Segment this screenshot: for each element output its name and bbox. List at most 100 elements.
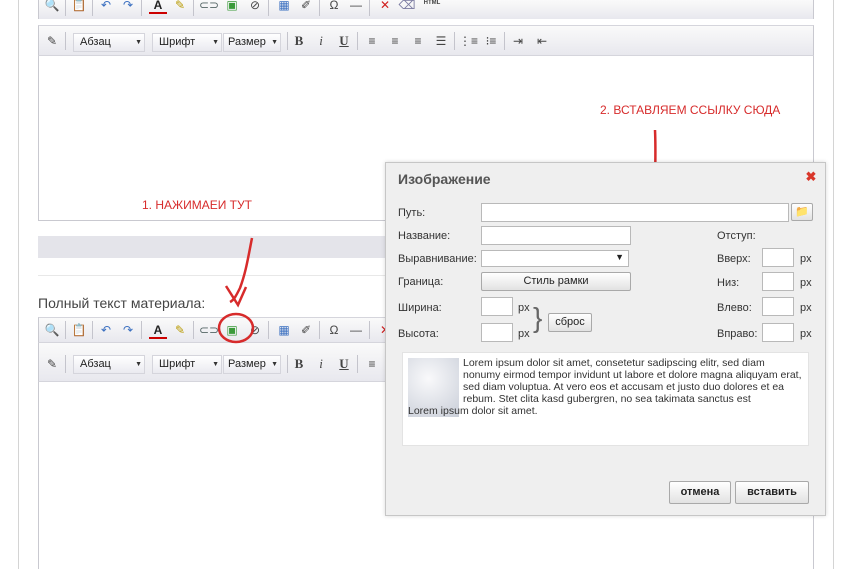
html-source-icon[interactable]: HTML — [421, 0, 443, 12]
cancel-button[interactable]: отмена — [669, 481, 731, 504]
remove-format-icon[interactable]: ✕ — [376, 0, 394, 14]
font-size-select[interactable]: Размер ▼ — [223, 33, 281, 52]
unlink-icon[interactable]: ⊘ — [246, 0, 264, 14]
path-input[interactable] — [481, 203, 789, 222]
right-margin-input[interactable] — [762, 323, 794, 342]
chevron-down-icon: ▼ — [135, 39, 142, 46]
close-icon[interactable]: ✖ — [805, 170, 817, 183]
toolbar-separator — [287, 355, 288, 373]
highlight-icon[interactable]: ✎ — [171, 321, 189, 339]
bottom-margin-input[interactable] — [762, 272, 794, 291]
horizontal-rule-icon[interactable]: — — [347, 0, 365, 14]
paragraph-format-value: Абзац — [80, 36, 111, 48]
cleanup-icon[interactable]: ⌫ — [398, 0, 416, 14]
underline-button[interactable]: U — [335, 32, 353, 50]
toolbar-separator — [287, 32, 288, 50]
reset-button[interactable]: сброс — [548, 313, 592, 332]
redo-icon[interactable]: ↷ — [119, 0, 137, 14]
right-margin-label: Вправо: — [717, 328, 758, 340]
top-margin-input[interactable] — [762, 248, 794, 267]
font-family-value: Шрифт — [159, 358, 196, 370]
align-left-icon[interactable]: ≡ — [363, 32, 381, 50]
paragraph-format-select[interactable]: Абзац ▼ — [73, 33, 145, 52]
italic-button[interactable]: i — [312, 32, 330, 50]
font-size-select[interactable]: Размер ▼ — [223, 355, 281, 374]
border-label: Граница: — [398, 276, 444, 288]
justify-icon[interactable]: ☰ — [432, 32, 450, 50]
outdent-icon[interactable]: ⇤ — [533, 32, 551, 50]
align-select[interactable]: ▼ — [481, 250, 629, 267]
edit-table-icon[interactable]: ✐ — [297, 321, 315, 339]
image-icon[interactable]: ▣ — [223, 0, 241, 14]
align-label: Выравнивание: — [398, 253, 477, 265]
annotation-step1: 1. НАЖИМАЕИ ТУТ — [142, 198, 252, 212]
preview-text-end: Lorem ipsum dolor sit amet. — [408, 405, 538, 417]
toolbar-separator — [268, 0, 269, 16]
align-right-icon[interactable]: ≡ — [409, 32, 427, 50]
toolbar-separator — [65, 0, 66, 16]
edit-icon[interactable]: ✎ — [43, 32, 61, 50]
find-icon[interactable]: 🔍 — [43, 321, 61, 339]
align-left-icon[interactable]: ≡ — [363, 355, 381, 373]
find-icon[interactable]: 🔍 — [43, 0, 61, 14]
height-label: Высота: — [398, 328, 439, 340]
font-family-select[interactable]: Шрифт ▼ — [152, 33, 222, 52]
indent-icon[interactable]: ⇥ — [509, 32, 527, 50]
link-icon[interactable]: ⊂⊃ — [199, 0, 219, 14]
edit-table-icon[interactable]: ✐ — [297, 0, 315, 14]
special-char-icon[interactable]: Ω — [325, 0, 343, 14]
editor1-toolbar-row1: 🔍 📋 ↶ ↷ A ✎ ⊂⊃ ▣ ⊘ ▦ ✐ Ω — ✕ ⌫ HTML — [38, 0, 814, 19]
redo-icon[interactable]: ↷ — [119, 321, 137, 339]
left-margin-label: Влево: — [717, 302, 752, 314]
undo-icon[interactable]: ↶ — [97, 321, 115, 339]
browse-folder-icon[interactable]: 📁 — [791, 203, 813, 221]
font-size-value: Размер — [228, 36, 266, 48]
width-label: Ширина: — [398, 302, 442, 314]
toolbar-separator — [357, 32, 358, 50]
left-margin-input[interactable] — [762, 297, 794, 316]
highlight-icon[interactable]: ✎ — [171, 0, 189, 14]
paste-icon[interactable]: 📋 — [70, 321, 88, 339]
paragraph-format-select[interactable]: Абзац ▼ — [73, 355, 145, 374]
align-center-icon[interactable]: ≡ — [386, 32, 404, 50]
toolbar-separator — [65, 355, 66, 373]
unlink-icon[interactable]: ⊘ — [246, 321, 264, 339]
bottom-margin-label: Низ: — [717, 277, 740, 289]
chevron-down-icon: ▼ — [212, 39, 219, 46]
paste-icon[interactable]: 📋 — [70, 0, 88, 14]
underline-button[interactable]: U — [335, 355, 353, 373]
font-size-value: Размер — [228, 358, 266, 370]
bold-button[interactable]: B — [290, 355, 308, 373]
table-icon[interactable]: ▦ — [275, 321, 293, 339]
bold-button[interactable]: B — [290, 32, 308, 50]
image-icon[interactable]: ▣ — [223, 321, 241, 339]
height-input[interactable] — [481, 323, 513, 342]
page: 🔍 📋 ↶ ↷ A ✎ ⊂⊃ ▣ ⊘ ▦ ✐ Ω — ✕ ⌫ HTML ✎ Аб… — [0, 0, 855, 569]
editor1-toolbar-row2: ✎ Абзац ▼ Шрифт ▼ Размер ▼ B i U ≡ ≡ ≡ ☰ ⋮≡… — [38, 25, 814, 56]
special-char-icon[interactable]: Ω — [325, 321, 343, 339]
border-style-button[interactable]: Стиль рамки — [481, 272, 631, 291]
height-unit: px — [518, 328, 530, 340]
unordered-list-icon[interactable]: ⁝≡ — [482, 32, 500, 50]
chevron-down-icon: ▼ — [135, 361, 142, 368]
edit-icon[interactable]: ✎ — [43, 355, 61, 373]
insert-button[interactable]: вставить — [735, 481, 809, 504]
preview-text: Lorem ipsum dolor sit amet, consetetur s… — [463, 357, 802, 405]
horizontal-rule-icon[interactable]: — — [347, 321, 365, 339]
toolbar-separator — [92, 321, 93, 339]
paragraph-format-value: Абзац — [80, 358, 111, 370]
font-family-value: Шрифт — [159, 36, 196, 48]
indent-label: Отступ: — [717, 230, 756, 242]
italic-button[interactable]: i — [312, 355, 330, 373]
ordered-list-icon[interactable]: ⋮≡ — [459, 32, 478, 50]
text-color-icon[interactable]: A — [149, 321, 167, 339]
font-family-select[interactable]: Шрифт ▼ — [152, 355, 222, 374]
toolbar-separator — [454, 32, 455, 50]
width-input[interactable] — [481, 297, 513, 316]
undo-icon[interactable]: ↶ — [97, 0, 115, 14]
text-color-icon[interactable]: A — [149, 0, 167, 14]
right-margin-unit: px — [800, 328, 812, 340]
link-icon[interactable]: ⊂⊃ — [199, 321, 219, 339]
table-icon[interactable]: ▦ — [275, 0, 293, 14]
name-input[interactable] — [481, 226, 631, 245]
